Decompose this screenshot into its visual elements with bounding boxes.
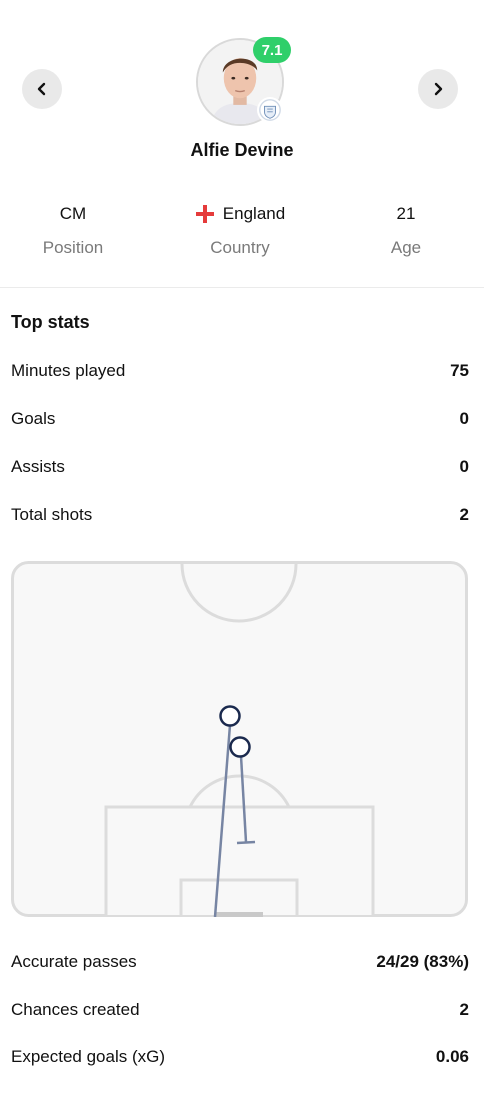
previous-player-button[interactable] (22, 69, 62, 109)
stat-value: 0.06 (435, 1047, 469, 1066)
shot-marker[interactable] (229, 736, 251, 758)
stat-row-chances-created: Chances created 2 (11, 996, 469, 1024)
stat-value: 24/29 (83%) (376, 952, 469, 971)
country-value: England (222, 204, 286, 223)
goal (215, 912, 263, 917)
stat-value: 2 (459, 505, 469, 524)
stat-value: 2 (459, 1000, 469, 1019)
stat-label: Assists (11, 457, 65, 476)
player-info-row: CM Position England Country 21 Age (0, 202, 484, 272)
position-info: CM Position (0, 202, 153, 258)
shot-marker[interactable] (219, 705, 241, 727)
stat-label: Goals (11, 409, 56, 428)
next-player-button[interactable] (418, 69, 458, 109)
section-divider (0, 287, 484, 288)
stat-label: Chances created (11, 1000, 140, 1019)
shot-block-marker (236, 840, 256, 845)
stat-row-goals: Goals 0 (11, 405, 469, 433)
team-crest-icon (257, 97, 283, 123)
penalty-box (104, 805, 375, 915)
stat-value: 0 (459, 457, 469, 476)
chevron-left-icon (37, 82, 46, 96)
stat-row-accurate-passes: Accurate passes 24/29 (83%) (11, 948, 469, 976)
age-label: Age (390, 238, 422, 257)
player-name: Alfie Devine (190, 140, 294, 160)
shot-map[interactable] (11, 561, 468, 917)
stat-value: 75 (450, 361, 469, 380)
country-info: England Country (160, 202, 320, 258)
stat-row-total-shots: Total shots 2 (11, 501, 469, 529)
player-rating-badge: 7.1 (253, 37, 291, 63)
stat-row-expected-goals: Expected goals (xG) 0.06 (11, 1043, 469, 1071)
stat-label: Expected goals (xG) (11, 1047, 166, 1066)
chevron-right-icon (434, 82, 443, 96)
position-label: Position (42, 238, 104, 257)
stat-value: 0 (459, 409, 469, 428)
age-value: 21 (396, 204, 416, 223)
stat-row-minutes: Minutes played 75 (11, 357, 469, 385)
player-card: 7.1 Alfie Devine CM Position England Cou… (0, 0, 484, 1094)
country-label: Country (210, 238, 270, 257)
top-stats-title: Top stats (11, 312, 90, 332)
age-info: 21 Age (326, 202, 484, 258)
position-value: CM (59, 204, 87, 223)
england-flag-icon (195, 205, 214, 223)
stat-row-assists: Assists 0 (11, 453, 469, 481)
stat-label: Minutes played (11, 361, 126, 380)
stat-label: Accurate passes (11, 952, 137, 971)
stat-label: Total shots (11, 505, 93, 524)
